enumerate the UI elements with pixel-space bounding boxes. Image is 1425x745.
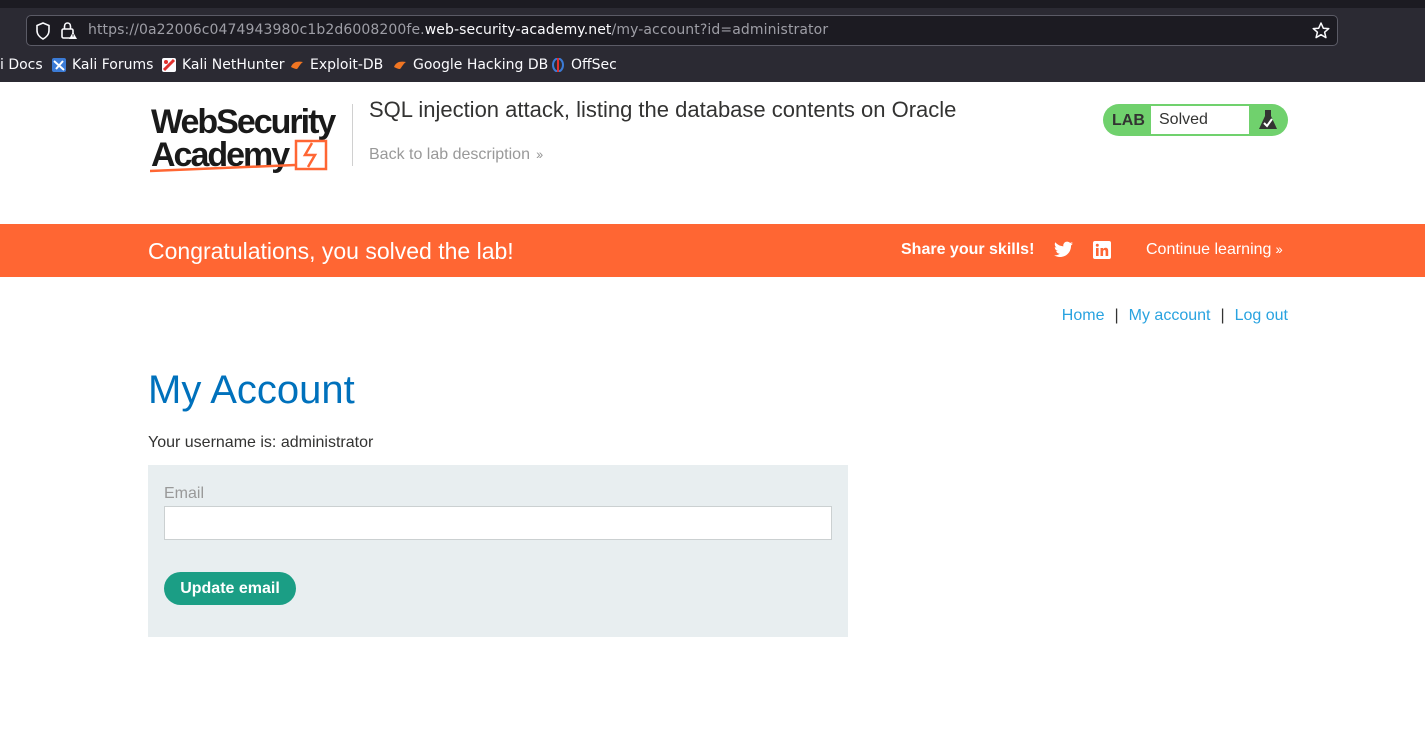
nav-home-link[interactable]: Home bbox=[1062, 307, 1105, 324]
lab-title: SQL injection attack, listing the databa… bbox=[369, 97, 957, 122]
double-chevron-right-icon: ›› bbox=[535, 146, 543, 162]
bookmark-kali-nethunter[interactable]: Kali NetHunter bbox=[162, 57, 284, 73]
kali-nethunter-icon bbox=[162, 58, 176, 72]
nav-separator: | bbox=[1220, 307, 1225, 324]
lock-warning-icon[interactable] bbox=[60, 21, 78, 41]
email-label: Email bbox=[164, 485, 205, 502]
double-chevron-right-icon: ›› bbox=[1275, 241, 1282, 257]
update-email-button[interactable]: Update email bbox=[164, 572, 296, 605]
address-bar[interactable]: https://0a22006c0474943980c1b2d6008200fe… bbox=[26, 15, 1338, 46]
browser-chrome: https://0a22006c0474943980c1b2d6008200fe… bbox=[0, 0, 1425, 82]
twitter-icon[interactable] bbox=[1054, 241, 1073, 258]
page-title: My Account bbox=[148, 368, 355, 412]
lab-status-text: Solved bbox=[1159, 111, 1208, 128]
update-email-form: Email Update email bbox=[148, 465, 848, 637]
bookmark-label: Kali NetHunter bbox=[182, 57, 285, 73]
email-input[interactable] bbox=[164, 506, 832, 540]
bookmarks-bar: i Docs Kali Forums Kali NetHunter Exploi… bbox=[0, 55, 1425, 77]
web-security-academy-logo[interactable]: WebSecurity Academy bbox=[150, 103, 350, 175]
back-link-label: Back to lab description bbox=[369, 146, 530, 163]
solved-banner: Congratulations, you solved the lab! Sha… bbox=[0, 224, 1425, 277]
bookmark-label: Kali Forums bbox=[72, 57, 154, 73]
url-text[interactable]: https://0a22006c0474943980c1b2d6008200fe… bbox=[88, 22, 828, 38]
lab-status-box: Solved bbox=[1151, 106, 1249, 134]
banner-message: Congratulations, you solved the lab! bbox=[148, 238, 514, 264]
linkedin-icon[interactable] bbox=[1093, 241, 1111, 259]
continue-learning-link[interactable]: Continue learning ›› bbox=[1146, 241, 1283, 259]
bookmark-star-icon[interactable] bbox=[1311, 21, 1331, 41]
bookmark-exploit-db[interactable]: Exploit-DB bbox=[290, 57, 383, 73]
kali-forums-icon bbox=[52, 58, 66, 72]
continue-learning-label: Continue learning bbox=[1146, 241, 1272, 258]
exploit-db-icon bbox=[291, 61, 303, 69]
username-line: Your username is: administrator bbox=[148, 434, 374, 451]
ghdb-icon bbox=[394, 61, 406, 69]
shield-icon[interactable] bbox=[35, 22, 51, 40]
bookmark-google-hacking-db[interactable]: Google Hacking DB bbox=[393, 57, 548, 73]
nav-logout-link[interactable]: Log out bbox=[1235, 307, 1288, 324]
lab-status-badge: LAB Solved bbox=[1103, 104, 1288, 136]
bookmark-kali-forums[interactable]: Kali Forums bbox=[52, 57, 153, 73]
flask-icon bbox=[1259, 110, 1277, 129]
bookmark-label: Exploit-DB bbox=[310, 57, 384, 73]
lab-badge-word: LAB bbox=[1112, 112, 1145, 129]
share-skills-label: Share your skills! bbox=[901, 241, 1035, 258]
bookmark-label: Google Hacking DB bbox=[413, 57, 549, 73]
tab-strip bbox=[0, 0, 1425, 8]
offsec-icon bbox=[552, 58, 564, 72]
nav-my-account-link[interactable]: My account bbox=[1129, 307, 1211, 324]
bookmark-offsec[interactable]: OffSec bbox=[551, 57, 617, 73]
nav-separator: | bbox=[1114, 307, 1119, 324]
bookmark-label: i Docs bbox=[0, 57, 43, 73]
back-to-lab-description-link[interactable]: Back to lab description ›› bbox=[369, 146, 543, 164]
bookmark-label: OffSec bbox=[571, 57, 617, 73]
logo-divider bbox=[352, 104, 353, 166]
account-nav: Home | My account | Log out bbox=[1062, 307, 1288, 325]
bookmark-kali-docs[interactable]: i Docs bbox=[0, 57, 43, 73]
